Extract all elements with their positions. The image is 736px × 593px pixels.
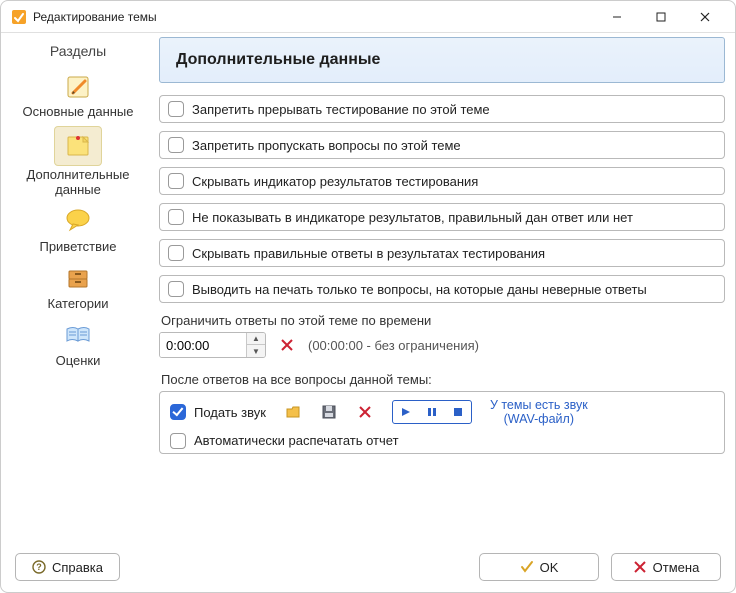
open-file-icon[interactable]	[284, 403, 302, 421]
after-answers-label: После ответов на все вопросы данной темы…	[161, 372, 725, 387]
page-header: Дополнительные данные	[159, 37, 725, 83]
sound-status-line2: (WAV-файл)	[504, 412, 574, 426]
time-limit-spinner[interactable]: ▲ ▼	[159, 332, 266, 358]
sidebar-item-grades[interactable]: Оценки	[18, 314, 138, 371]
pencil-note-icon	[61, 69, 95, 103]
page-title: Дополнительные данные	[176, 51, 380, 69]
checkbox[interactable]	[168, 209, 184, 225]
speech-bubble-icon	[61, 204, 95, 238]
option-forbid-interrupt[interactable]: Запретить прерывать тестирование по этой…	[159, 95, 725, 123]
clear-time-icon[interactable]	[278, 336, 296, 354]
cancel-label: Отмена	[653, 560, 700, 575]
time-limit-input[interactable]	[160, 333, 246, 357]
drawer-icon	[61, 261, 95, 295]
window-title: Редактирование темы	[33, 10, 157, 24]
option-label: Запретить прерывать тестирование по этой…	[192, 102, 490, 117]
main-panel: Дополнительные данные Запретить прерыват…	[151, 37, 725, 542]
sidebar-item-additional-data[interactable]: Дополнительные данные	[18, 122, 138, 200]
checkbox[interactable]	[170, 433, 186, 449]
checkbox[interactable]	[168, 101, 184, 117]
check-icon	[520, 560, 534, 574]
svg-text:?: ?	[36, 562, 42, 572]
sidebar-item-greeting[interactable]: Приветствие	[18, 200, 138, 257]
media-controls	[392, 400, 472, 424]
auto-print-option[interactable]: Автоматически распечатать отчет	[170, 433, 714, 449]
sound-status-line1: У темы есть звук	[490, 398, 588, 412]
cancel-button[interactable]: Отмена	[611, 553, 721, 581]
stop-button[interactable]	[447, 403, 469, 421]
help-button[interactable]: ? Справка	[15, 553, 120, 581]
checkbox[interactable]	[170, 404, 186, 420]
sidebar-item-label: Оценки	[56, 354, 101, 369]
checkbox[interactable]	[168, 245, 184, 261]
sidebar-item-categories[interactable]: Категории	[18, 257, 138, 314]
time-limit-hint: (00:00:00 - без ограничения)	[308, 338, 479, 353]
save-file-icon[interactable]	[320, 403, 338, 421]
help-label: Справка	[52, 560, 103, 575]
checkbox[interactable]	[168, 173, 184, 189]
sidebar: Разделы Основные данные Дополнительные д…	[5, 37, 151, 542]
ok-label: OK	[540, 560, 559, 575]
time-limit-label: Ограничить ответы по этой теме по времен…	[161, 313, 725, 328]
sidebar-title: Разделы	[50, 43, 106, 59]
clear-sound-icon[interactable]	[356, 403, 374, 421]
play-button[interactable]	[395, 403, 417, 421]
option-hide-correctness[interactable]: Не показывать в индикаторе результатов, …	[159, 203, 725, 231]
spinner-down[interactable]: ▼	[247, 345, 265, 357]
checkbox[interactable]	[168, 137, 184, 153]
checkbox[interactable]	[168, 281, 184, 297]
sound-status: У темы есть звук (WAV-файл)	[490, 398, 588, 427]
close-button[interactable]	[683, 3, 727, 31]
help-icon: ?	[32, 560, 46, 574]
titlebar: Редактирование темы	[1, 1, 735, 33]
sidebar-item-label: Приветствие	[39, 240, 116, 255]
minimize-button[interactable]	[595, 3, 639, 31]
option-label: Скрывать индикатор результатов тестирова…	[192, 174, 478, 189]
ok-button[interactable]: OK	[479, 553, 599, 581]
sidebar-item-label: Категории	[48, 297, 109, 312]
play-sound-option[interactable]: Подать звук	[170, 404, 266, 420]
open-book-icon	[61, 318, 95, 352]
app-icon	[11, 9, 27, 25]
option-forbid-skip[interactable]: Запретить пропускать вопросы по этой тем…	[159, 131, 725, 159]
sticky-note-icon	[54, 126, 102, 166]
cancel-icon	[633, 560, 647, 574]
option-hide-indicator[interactable]: Скрывать индикатор результатов тестирова…	[159, 167, 725, 195]
sidebar-item-main-data[interactable]: Основные данные	[18, 65, 138, 122]
option-print-wrong-only[interactable]: Выводить на печать только те вопросы, на…	[159, 275, 725, 303]
after-answers-box: Подать звук У темы есть звук	[159, 391, 725, 454]
option-label: Запретить пропускать вопросы по этой тем…	[192, 138, 461, 153]
spinner-up[interactable]: ▲	[247, 333, 265, 345]
option-label: Не показывать в индикаторе результатов, …	[192, 210, 633, 225]
pause-button[interactable]	[421, 403, 443, 421]
maximize-button[interactable]	[639, 3, 683, 31]
sidebar-item-label: Основные данные	[22, 105, 133, 120]
sidebar-item-label: Дополнительные данные	[27, 168, 130, 198]
option-label: Выводить на печать только те вопросы, на…	[192, 282, 647, 297]
auto-print-label: Автоматически распечатать отчет	[194, 433, 399, 448]
play-sound-label: Подать звук	[194, 405, 266, 420]
option-hide-answers[interactable]: Скрывать правильные ответы в результатах…	[159, 239, 725, 267]
footer: ? Справка OK Отмена	[1, 546, 735, 590]
option-label: Скрывать правильные ответы в результатах…	[192, 246, 545, 261]
